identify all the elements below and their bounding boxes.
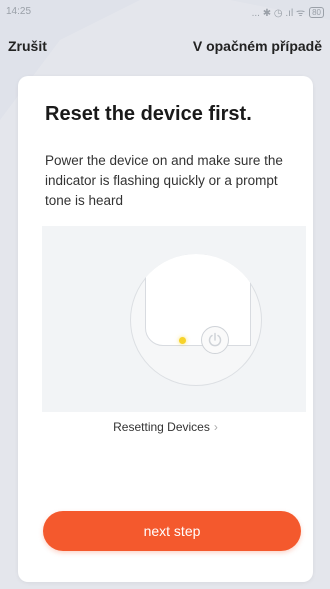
- cancel-button[interactable]: Zrušit: [8, 38, 47, 54]
- navigation-bar: Zrušit V opačném případě: [0, 34, 330, 58]
- device-circle: [130, 254, 262, 386]
- status-icons: ... ✱ ◷ .ıl ᯤ 80: [252, 5, 324, 19]
- next-step-button[interactable]: next step: [43, 511, 301, 551]
- device-body: [130, 254, 262, 386]
- instruction-text: Power the device on and make sure the in…: [45, 153, 283, 208]
- status-time: 14:25: [6, 6, 32, 17]
- resetting-devices-link[interactable]: Resetting Devices ›: [18, 420, 313, 434]
- power-icon: [201, 326, 229, 354]
- chevron-right-icon: ›: [213, 420, 218, 434]
- status-bar: 14:25 ... ✱ ◷ .ıl ᯤ 80: [0, 0, 330, 24]
- reset-card: Reset the device first. Power the device…: [18, 76, 313, 582]
- indicator-light-icon: [179, 337, 186, 344]
- page-title: Reset the device first.: [45, 103, 252, 125]
- status-indicator-icons: ... ✱ ◷ .ıl ᯤ: [251, 8, 306, 19]
- battery-icon: 80: [309, 6, 324, 18]
- device-housing: [145, 254, 251, 346]
- resetting-devices-label: Resetting Devices: [113, 420, 210, 434]
- other-option-button[interactable]: V opačném případě: [193, 38, 322, 54]
- device-illustration: [42, 226, 306, 412]
